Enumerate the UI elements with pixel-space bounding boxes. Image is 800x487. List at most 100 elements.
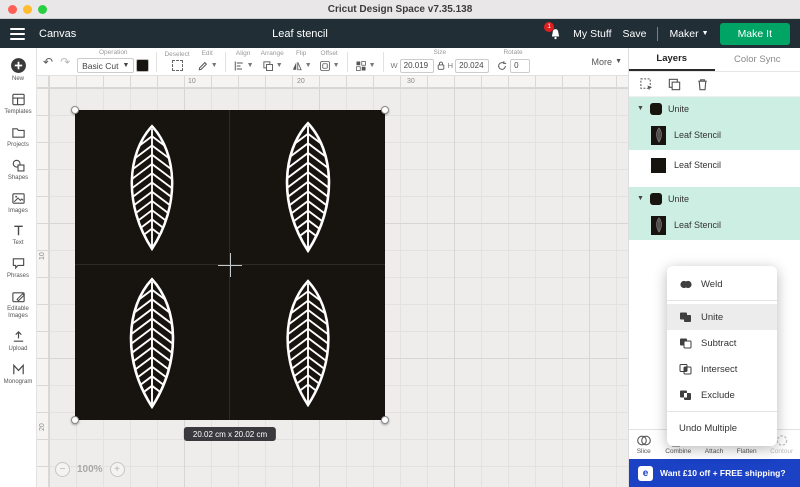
my-stuff-link[interactable]: My Stuff <box>573 28 611 40</box>
menu-item-unite[interactable]: Unite <box>667 304 777 330</box>
notifications-button[interactable]: 1 <box>544 21 562 41</box>
stencil-tile[interactable] <box>230 110 385 265</box>
size-label: Size <box>433 49 447 57</box>
leaf-stencil-graphic <box>264 276 352 410</box>
layer-group-header[interactable]: ▼ Unite <box>629 97 800 120</box>
layers-list: ▼ Unite Leaf Stencil Leaf Stencil ▼ Unit… <box>629 97 800 240</box>
sidebar-item-shapes[interactable]: Shapes <box>0 154 36 187</box>
design-canvas[interactable]: 10 20 30 10 20 20.02 cm x 20.02 cm − 100… <box>37 76 628 487</box>
dimension-label: 20.02 cm x 20.02 cm <box>183 427 277 441</box>
toolbar-divider <box>346 51 348 72</box>
menu-icon[interactable] <box>10 27 25 40</box>
sidebar-item-images[interactable]: Images <box>0 187 36 220</box>
sidebar-item-templates[interactable]: Templates <box>0 88 36 121</box>
vertical-ruler: 10 20 <box>37 88 49 487</box>
arrange-dropdown[interactable]: Arrange ▼ <box>261 51 284 72</box>
more-dropdown[interactable]: More ▼ <box>592 57 622 67</box>
tab-color-sync[interactable]: Color Sync <box>715 48 800 71</box>
operation-select[interactable]: Basic Cut ▼ <box>77 58 135 74</box>
center-crosshair <box>230 253 231 277</box>
canvas-label: Canvas <box>39 27 77 40</box>
slice-button[interactable]: Slice <box>636 434 652 455</box>
menu-item-undo-multiple[interactable]: Undo Multiple <box>667 415 777 441</box>
zoom-in-button[interactable]: + <box>109 462 125 477</box>
layer-row[interactable]: Leaf Stencil <box>629 120 800 150</box>
flip-dropdown[interactable]: Flip ▼ <box>291 51 312 72</box>
document-title[interactable]: Leaf stencil <box>272 28 328 40</box>
distribute-icon <box>355 60 366 71</box>
chevron-down-icon: ▼ <box>122 62 130 70</box>
toolbar-divider <box>156 51 158 72</box>
intersect-icon <box>679 363 692 374</box>
duplicate-icon[interactable] <box>667 77 682 92</box>
align-dropdown[interactable]: Align ▼ <box>233 51 254 72</box>
notification-badge: 1 <box>544 21 555 32</box>
layer-row[interactable]: Leaf Stencil <box>629 210 800 240</box>
leaf-stencil-graphic <box>257 118 359 256</box>
ruler-mark: 20 <box>297 78 305 85</box>
height-input[interactable] <box>455 58 490 73</box>
weld-icon <box>680 280 692 288</box>
promo-banner[interactable]: e Want £10 off + FREE shipping? <box>629 459 800 487</box>
layer-group-header[interactable]: ▼ Unite <box>629 187 800 210</box>
layer-row[interactable]: Leaf Stencil <box>629 150 800 180</box>
make-it-button[interactable]: Make It <box>719 22 790 45</box>
arrange-icon <box>263 61 273 71</box>
close-window-button[interactable] <box>8 5 17 14</box>
zoom-out-button[interactable]: − <box>55 462 70 477</box>
color-swatch[interactable] <box>136 59 150 73</box>
distribute-dropdown[interactable]: ▼ <box>355 51 376 72</box>
lock-icon[interactable] <box>436 60 446 71</box>
sidebar-item-upload[interactable]: Upload <box>0 325 36 358</box>
rotate-input[interactable] <box>510 58 531 73</box>
chevron-down-icon: ▼ <box>332 62 340 70</box>
edit-dropdown[interactable]: Edit ▼ <box>197 51 218 72</box>
offset-icon <box>319 60 330 71</box>
deselect-button[interactable]: Deselect <box>164 51 190 72</box>
stencil-tile[interactable] <box>230 265 385 420</box>
app-header: Canvas Leaf stencil 1 My Stuff Save Make… <box>0 19 800 48</box>
chevron-down-icon: ▼ <box>275 62 283 70</box>
selection-handle[interactable] <box>71 106 79 114</box>
stencil-tile[interactable] <box>75 110 230 265</box>
width-input[interactable] <box>399 58 434 73</box>
stencil-tile[interactable] <box>75 265 230 420</box>
selection-handle[interactable] <box>381 416 389 424</box>
tab-layers[interactable]: Layers <box>629 48 715 71</box>
sidebar-item-projects[interactable]: Projects <box>0 121 36 154</box>
sidebar-item-editable-images[interactable]: Editable Images <box>0 285 36 325</box>
shapes-icon <box>12 159 25 172</box>
layer-thumbnail <box>651 125 666 145</box>
ruler-mark: 10 <box>39 252 46 260</box>
zoom-window-button[interactable] <box>38 5 47 14</box>
sidebar-item-text[interactable]: Text <box>0 219 36 252</box>
offset-dropdown[interactable]: Offset ▼ <box>319 51 340 72</box>
menu-item-subtract[interactable]: Subtract <box>667 330 777 356</box>
rotate-icon[interactable] <box>496 60 508 72</box>
menu-item-weld[interactable]: Weld <box>667 271 777 297</box>
new-icon <box>10 58 26 73</box>
save-link[interactable]: Save <box>623 28 647 40</box>
machine-selector[interactable]: Maker ▼ <box>669 28 708 40</box>
width-label: W <box>390 61 398 71</box>
edit-toolbar: ↶ ↷ Operation Basic Cut ▼ Deselect Edit … <box>37 48 628 76</box>
layer-thumbnail <box>651 215 666 235</box>
chevron-down-icon: ▼ <box>210 62 218 70</box>
menu-item-intersect[interactable]: Intersect <box>667 356 777 382</box>
trash-icon[interactable] <box>695 77 710 92</box>
promo-logo: e <box>638 465 653 481</box>
size-group: Size W H <box>391 50 490 73</box>
sidebar-item-phrases[interactable]: Phrases <box>0 252 36 285</box>
operation-value: Basic Cut <box>82 60 119 71</box>
rotate-group: Rotate <box>496 50 531 73</box>
select-all-icon[interactable] <box>639 77 654 92</box>
machine-name: Maker <box>669 27 699 40</box>
undo-icon[interactable]: ↶ <box>43 56 53 68</box>
selection-handle[interactable] <box>381 106 389 114</box>
redo-icon[interactable]: ↷ <box>60 56 70 68</box>
minimize-window-button[interactable] <box>23 5 32 14</box>
sidebar-item-monogram[interactable]: Monogram <box>0 358 36 391</box>
selection-handle[interactable] <box>71 416 79 424</box>
menu-item-exclude[interactable]: Exclude <box>667 382 777 408</box>
sidebar-item-new[interactable]: New <box>0 53 36 88</box>
